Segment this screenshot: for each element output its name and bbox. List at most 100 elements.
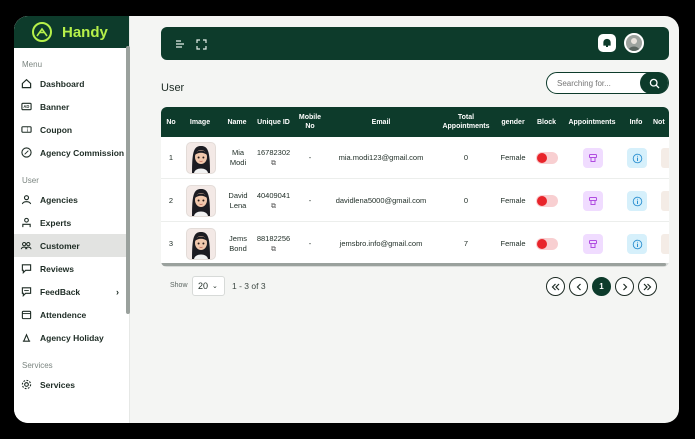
block-toggle[interactable] [535, 238, 558, 250]
search-input[interactable] [557, 78, 647, 88]
cell-total-appointments: 0 [463, 196, 469, 205]
cell-block [534, 223, 559, 265]
cell-image [184, 137, 218, 179]
cell-mobile: - [308, 196, 312, 205]
table-horizontal-scrollbar[interactable] [161, 263, 669, 267]
user-avatar[interactable] [624, 33, 644, 53]
sidebar-item-label: Services [40, 379, 75, 390]
sidebar-item-agency-holiday[interactable]: Agency Holiday [14, 326, 129, 349]
sidebar-item-agencies[interactable]: Agencies [14, 188, 129, 211]
brand[interactable]: Handy [14, 16, 129, 48]
chevron-down-icon: ⌄ [212, 283, 218, 290]
cell-name: Jems Bond [229, 234, 247, 253]
sidebar-scrollbar[interactable] [126, 46, 130, 314]
cell-block [534, 180, 559, 222]
search-button[interactable] [640, 72, 668, 94]
appointments-button[interactable] [583, 191, 603, 211]
fullscreen-icon[interactable] [194, 37, 208, 51]
first-page-button[interactable] [546, 277, 565, 296]
cell-email: davidlena5000@gmail.com [335, 196, 427, 205]
cell-email: mia.modi123@gmail.com [338, 153, 424, 162]
column-header-info: Info [629, 118, 643, 126]
cell-info [626, 137, 648, 179]
sidebar-item-reviews[interactable]: Reviews [14, 257, 129, 280]
notes-button[interactable] [661, 148, 669, 168]
appointments-button[interactable] [583, 148, 603, 168]
block-toggle[interactable] [535, 195, 558, 207]
sidebar-item-services[interactable]: Services [14, 373, 129, 396]
next-page-button[interactable] [615, 277, 634, 296]
sidebar-item-label: Agency Commission [40, 147, 125, 158]
double-chevron-left-icon [551, 283, 560, 290]
customer-avatar [186, 142, 216, 174]
column-header-total-appointments: Total Appointments [442, 114, 490, 130]
sidebar-item-agency-commission[interactable]: Agency Commission [14, 141, 129, 164]
info-button[interactable] [627, 191, 647, 211]
expert-icon [20, 217, 32, 229]
sidebar-item-dashboard[interactable]: Dashboard [14, 72, 129, 95]
menu-toggle-icon[interactable] [173, 37, 187, 51]
cell-info [626, 223, 648, 265]
page-button-current[interactable]: 1 [592, 277, 611, 296]
notes-button[interactable] [661, 191, 669, 211]
cell-notes [661, 223, 669, 265]
column-header-appointments: Appointments [568, 118, 616, 126]
sidebar-item-attendence[interactable]: Attendence [14, 303, 129, 326]
sidebar-item-label: Experts [40, 217, 72, 228]
sidebar-item-label: Agency Holiday [40, 332, 104, 343]
customer-table: No Image Name Unique ID Mobile No Email … [161, 107, 669, 267]
info-button[interactable] [627, 234, 647, 254]
feedback-icon [20, 286, 32, 298]
sidebar-item-label: FeedBack [40, 286, 81, 297]
copy-icon[interactable]: ⧉ [271, 202, 276, 212]
notes-button[interactable] [661, 234, 669, 254]
sidebar-item-label: Coupon [40, 124, 73, 135]
cell-no: 3 [168, 239, 174, 248]
sidebar-item-experts[interactable]: Experts [14, 211, 129, 234]
appointment-icon [589, 154, 597, 162]
cell-mobile: - [308, 239, 312, 248]
column-header-notes: Not [653, 118, 665, 126]
sidebar-item-customer[interactable]: Customer [14, 234, 129, 257]
column-header-image: Image [189, 118, 211, 126]
cell-email: jemsbro.info@gmail.com [339, 239, 423, 248]
page-size-value: 20 [198, 281, 209, 291]
result-range: 1 - 3 of 3 [232, 281, 266, 291]
cell-gender: Female [500, 239, 526, 248]
info-icon [632, 239, 642, 249]
cell-total-appointments: 7 [463, 239, 469, 248]
table-row: 3 Jems Bond 88182256 ⧉ - jemsbro.info@gm… [161, 223, 669, 265]
calendar-icon [20, 309, 32, 321]
section-menu: Menu [22, 59, 43, 69]
cell-notes [661, 180, 669, 222]
sidebar-item-feedback[interactable]: FeedBack › [14, 280, 129, 303]
sidebar-item-coupon[interactable]: Coupon [14, 118, 129, 141]
search-icon [649, 78, 659, 88]
table-row: 2 David Lena 40409041 ⧉ - davidlena5000@… [161, 180, 669, 222]
customer-avatar [186, 228, 216, 260]
sidebar-item-banner[interactable]: AD Banner [14, 95, 129, 118]
notification-bell-icon[interactable] [598, 34, 616, 52]
copy-icon[interactable]: ⧉ [271, 159, 276, 169]
cell-appointments [582, 137, 604, 179]
cell-appointments [582, 180, 604, 222]
appointment-icon [589, 197, 597, 205]
prev-page-button[interactable] [569, 277, 588, 296]
sidebar-item-label: Banner [40, 101, 70, 112]
scrollbar-thumb[interactable] [161, 263, 666, 266]
block-toggle[interactable] [535, 152, 558, 164]
cell-image [184, 223, 218, 265]
brand-name: Handy [62, 23, 108, 41]
page-size-select[interactable]: 20 ⌄ [192, 276, 225, 296]
table-header: No Image Name Unique ID Mobile No Email … [161, 107, 669, 137]
last-page-button[interactable] [638, 277, 657, 296]
cell-unique-id: 40409041 ⧉ [254, 180, 293, 222]
copy-icon[interactable]: ⧉ [271, 245, 276, 255]
info-button[interactable] [627, 148, 647, 168]
unique-id-text: 88182256 [256, 233, 291, 243]
table-row: 1 Mia Modi 16782302 ⧉ - mia.modi123@gmai… [161, 137, 669, 179]
cell-block [534, 137, 559, 179]
ad-icon: AD [20, 101, 32, 113]
appointments-button[interactable] [583, 234, 603, 254]
column-header-mobile-no: Mobile No [298, 114, 322, 130]
